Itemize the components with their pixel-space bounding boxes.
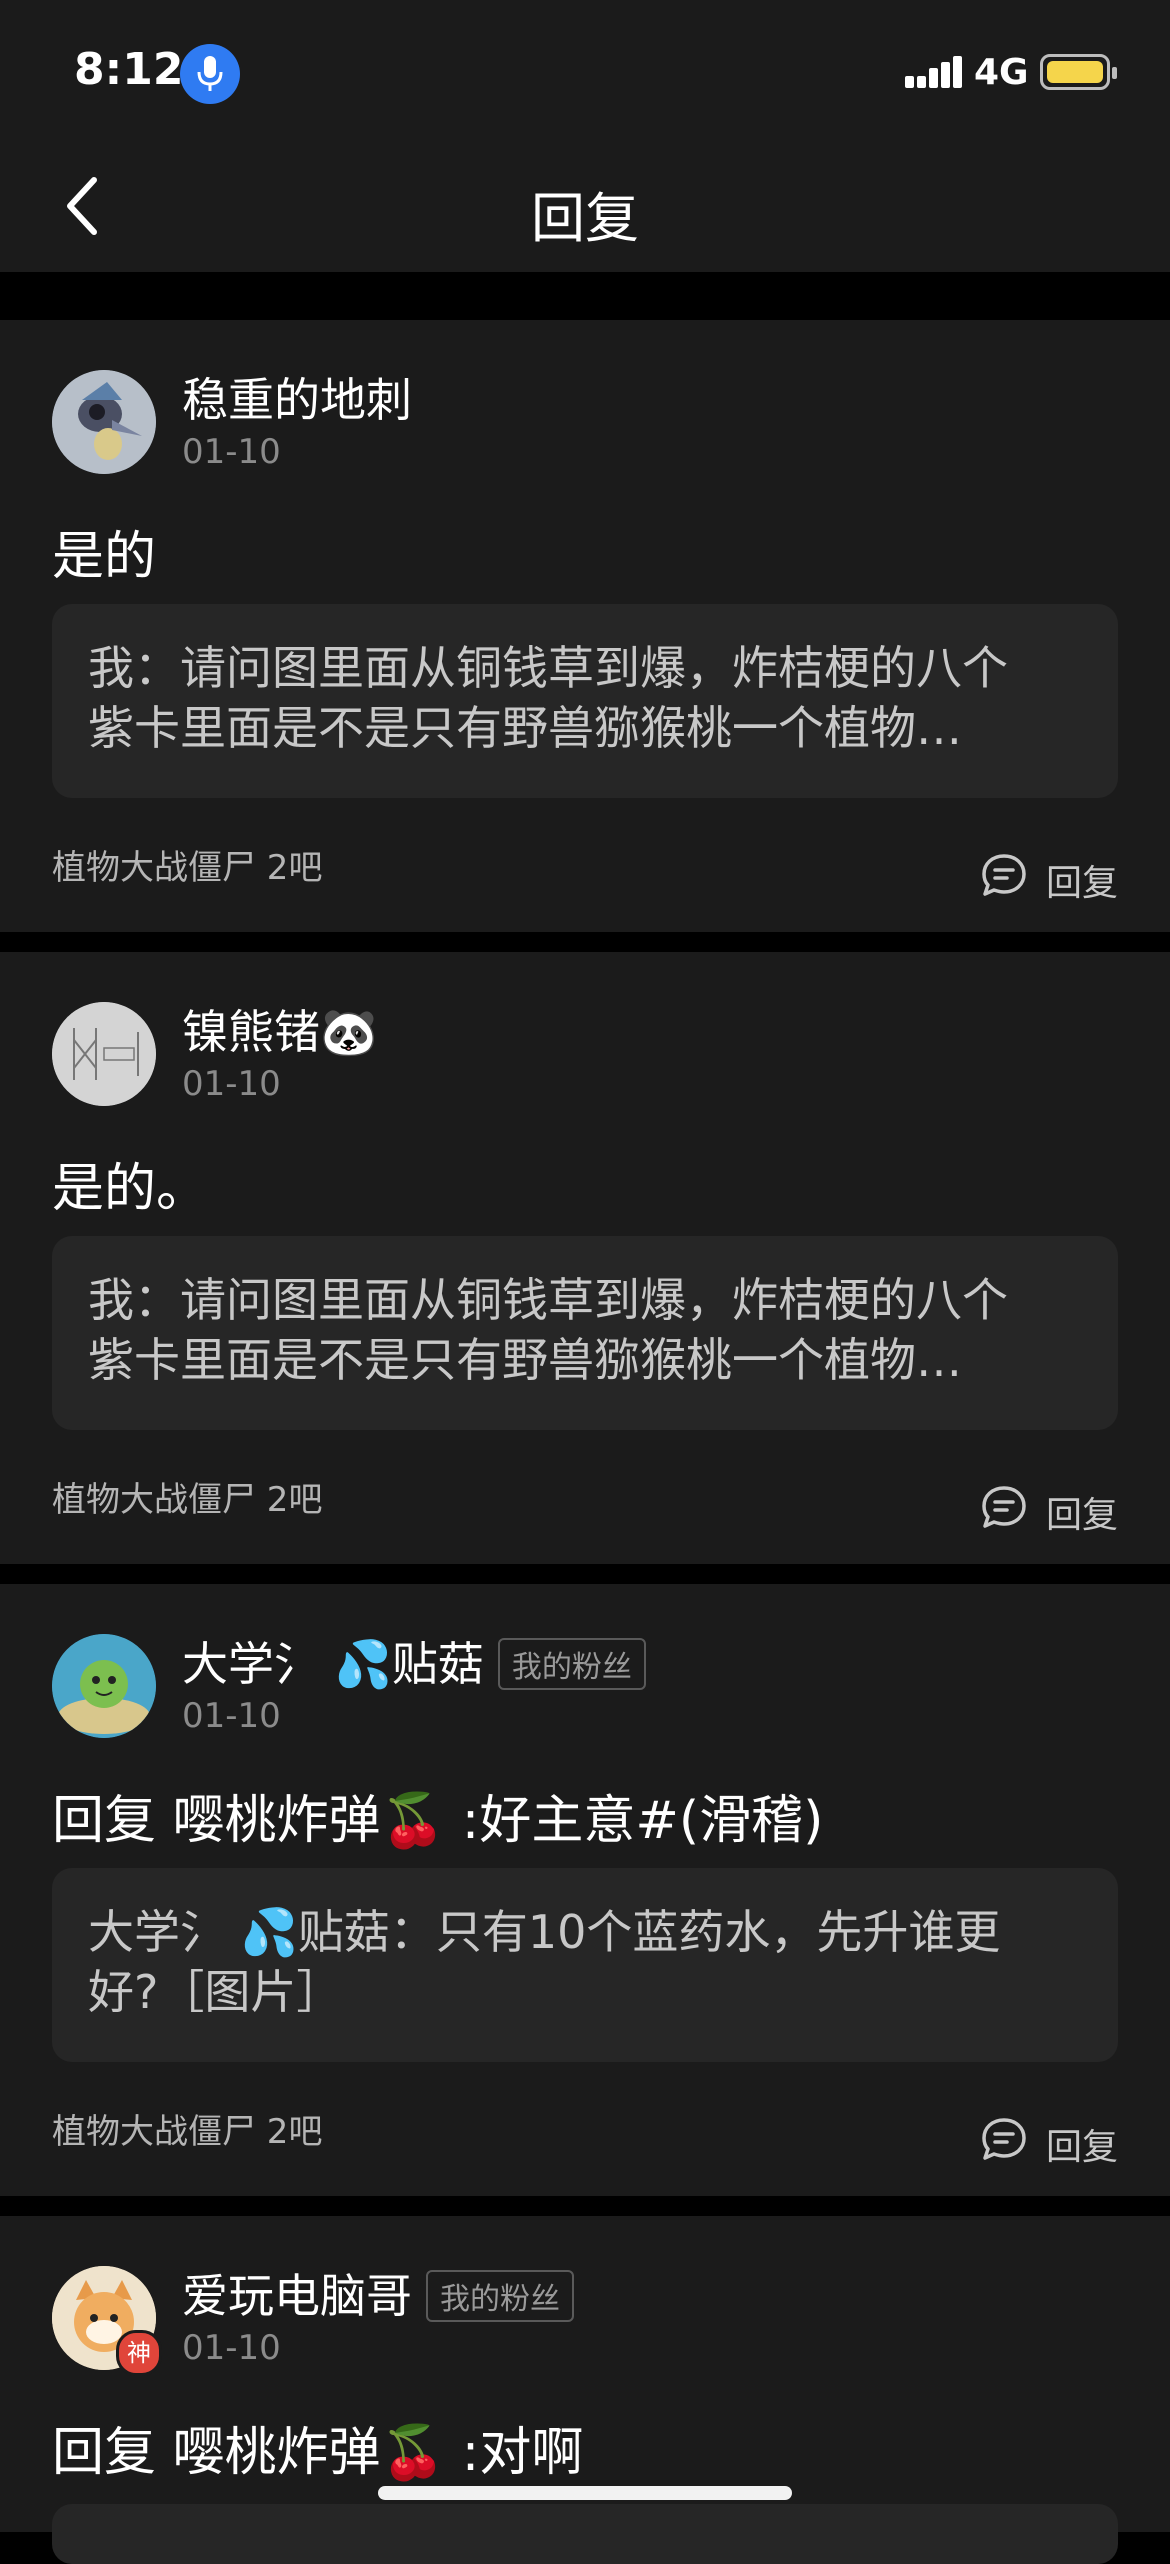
avatar[interactable] (52, 1634, 156, 1738)
reply-card[interactable]: 大学氵 💦贴菇 我的粉丝 01-10 回复 嘤桃炸弹🍒 :好主意#(滑稽) 大学氵… (0, 1584, 1170, 2196)
quoted-message[interactable] (52, 2504, 1118, 2564)
reply-card[interactable]: 镍熊锗🐼 01-10 是的。 我：请问图里面从铜钱草到爆，炸桔梗的八个 紫卡里面… (0, 952, 1170, 1564)
reply-content: 是的。 (52, 1159, 209, 1219)
avatar-image (52, 370, 156, 474)
fan-badge: 我的粉丝 (426, 2269, 574, 2322)
comment-icon (982, 1486, 1026, 1528)
avatar[interactable]: 神 (52, 2266, 162, 2376)
post-date: 01-10 (182, 1696, 281, 1736)
reply-label: 回复 (1046, 1495, 1119, 1536)
forum-name[interactable]: 植物大战僵尸 2吧 (52, 840, 322, 889)
reply-card[interactable]: 稳重的地刺 01-10 是的 我：请问图里面从铜钱草到爆，炸桔梗的八个 紫卡里面… (0, 320, 1170, 932)
quoted-text-line-1: 我：请问图里面从铜钱草到爆，炸桔梗的八个 (88, 641, 1008, 695)
avatar[interactable] (52, 1002, 156, 1106)
quoted-text-line-1: 我：请问图里面从铜钱草到爆，炸桔梗的八个 (88, 1273, 1008, 1327)
username-text: 爱玩电脑哥 (182, 2269, 412, 2323)
reply-card[interactable]: 神 爱玩电脑哥 我的粉丝 01-10 回复 嘤桃炸弹🍒 :对啊 (0, 2216, 1170, 2564)
comment-icon (982, 2118, 1026, 2160)
status-bar: 8:12 4G (0, 0, 1170, 140)
microphone-icon (197, 56, 223, 91)
status-time: 8:12 (74, 44, 184, 95)
home-indicator[interactable] (378, 2486, 792, 2500)
username[interactable]: 大学氵 💦贴菇 我的粉丝 (182, 1628, 646, 1694)
fan-badge: 我的粉丝 (497, 1637, 646, 1690)
reply-content: 回复 嘤桃炸弹🍒 :好主意#(滑稽) (52, 1791, 824, 1851)
quoted-text: 我：请问图里面从铜钱草到爆，炸桔梗的八个 紫卡里面是不是只有野兽猕猴桃一个植物… (88, 638, 1088, 758)
page-title: 回复 (531, 187, 639, 250)
quoted-text-line-1: 大学氵 💦贴菇：只有10个蓝药水，先升谁更 (88, 1905, 1001, 1959)
navigation-bar: 回复 (0, 140, 1170, 272)
avatar[interactable] (52, 370, 156, 474)
username-text: 大学氵 💦贴菇 (182, 1637, 484, 1691)
comment-icon (982, 854, 1026, 896)
username[interactable]: 镍熊锗🐼 (182, 996, 377, 1062)
microphone-indicator (180, 44, 240, 104)
username[interactable]: 爱玩电脑哥 我的粉丝 (182, 2260, 574, 2326)
battery-icon (1040, 54, 1117, 90)
reply-content: 是的 (52, 527, 157, 587)
post-date: 01-10 (182, 1064, 281, 1104)
quoted-text-line-2: 紫卡里面是不是只有野兽猕猴桃一个植物… (88, 1333, 962, 1387)
reply-label: 回复 (1046, 863, 1119, 904)
username[interactable]: 稳重的地刺 (182, 364, 412, 430)
signal-strength-icon (905, 56, 962, 88)
god-badge: 神 (116, 2330, 162, 2376)
quoted-text-line-2: 紫卡里面是不是只有野兽猕猴桃一个植物… (88, 701, 962, 755)
post-date: 01-10 (182, 2328, 281, 2368)
forum-name[interactable]: 植物大战僵尸 2吧 (52, 1472, 322, 1521)
quoted-message[interactable]: 我：请问图里面从铜钱草到爆，炸桔梗的八个 紫卡里面是不是只有野兽猕猴桃一个植物… (52, 604, 1118, 798)
avatar-image (52, 1634, 156, 1738)
network-type: 4G (974, 52, 1029, 93)
quoted-message[interactable]: 我：请问图里面从铜钱草到爆，炸桔梗的八个 紫卡里面是不是只有野兽猕猴桃一个植物… (52, 1236, 1118, 1430)
quoted-message[interactable]: 大学氵 💦贴菇：只有10个蓝药水，先升谁更 好?［图片］ (52, 1868, 1118, 2062)
post-date: 01-10 (182, 432, 281, 472)
forum-name[interactable]: 植物大战僵尸 2吧 (52, 2104, 322, 2153)
avatar-image (52, 1002, 156, 1106)
quoted-text-line-2: 好?［图片］ (88, 1965, 343, 2019)
reply-label: 回复 (1046, 2127, 1119, 2168)
quoted-text: 我：请问图里面从铜钱草到爆，炸桔梗的八个 紫卡里面是不是只有野兽猕猴桃一个植物… (88, 1270, 1088, 1390)
reply-content: 回复 嘤桃炸弹🍒 :对啊 (52, 2423, 584, 2483)
quoted-text: 大学氵 💦贴菇：只有10个蓝药水，先升谁更 好?［图片］ (88, 1902, 1088, 2022)
